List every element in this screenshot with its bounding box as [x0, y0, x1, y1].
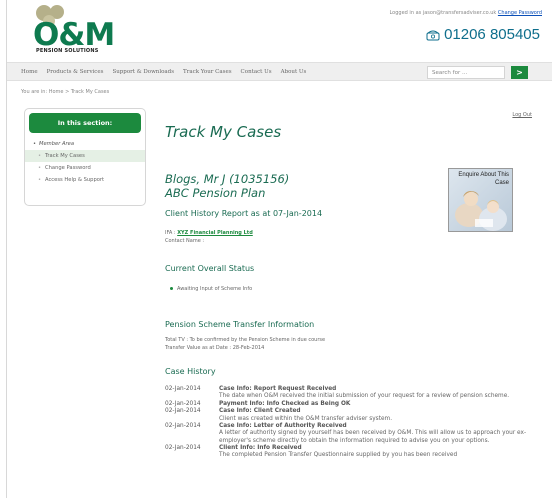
history-date: 02-Jan-2014: [165, 408, 201, 415]
search-input[interactable]: Search for ...: [427, 66, 505, 79]
transfer-value-date: Transfer Value as at Date : 28-Feb-2014: [165, 345, 265, 351]
enquire-about-case-button[interactable]: Enquire About This Case: [448, 168, 513, 232]
main-nav: Home Products & Services Support & Downl…: [7, 62, 552, 81]
nav-track-your-cases[interactable]: Track Your Cases: [183, 69, 232, 75]
ifa-link[interactable]: XYZ Financial Planning Ltd: [177, 230, 253, 236]
nav-contact-us[interactable]: Contact Us: [241, 69, 272, 75]
history-title: Client Info: Info Received: [219, 445, 302, 452]
enquire-label: Enquire About This Case: [458, 172, 509, 186]
phone-block: 01206 805405: [426, 26, 540, 43]
sidebar-title: In this section:: [29, 113, 141, 133]
client-name: Blogs, Mr J (1035156): [165, 172, 290, 186]
ifa-label: IFA :: [165, 230, 176, 236]
nav-products-services[interactable]: Products & Services: [47, 69, 104, 75]
logged-in-info: Logged in as jason@transfersadviser.co.u…: [389, 10, 542, 16]
history-row: 02-Jan-2014 Client Info: Info Received Th…: [165, 445, 545, 459]
transfer-heading: Pension Scheme Transfer Information: [165, 320, 315, 329]
history-row: 02-Jan-2014 Case Info: Client Created Cli…: [165, 408, 545, 422]
section-sidebar: In this section: Member Area Track My Ca…: [24, 108, 146, 206]
case-history-list: 02-Jan-2014 Case Info: Report Request Re…: [165, 386, 545, 460]
page-title: Track My Cases: [165, 123, 282, 141]
history-desc: A letter of authority signed by yourself…: [219, 430, 527, 444]
status-heading: Current Overall Status: [165, 264, 255, 273]
sidebar-item-member-area[interactable]: Member Area: [25, 138, 145, 150]
history-row: 02-Jan-2014 Payment Info: Info Checked a…: [165, 401, 545, 408]
logged-in-text: Logged in as jason@transfersadviser.co.u…: [389, 10, 497, 16]
nav-about-us[interactable]: About Us: [281, 69, 307, 75]
history-title: Payment Info: Info Checked as Being OK: [219, 400, 351, 407]
nav-support-downloads[interactable]: Support & Downloads: [112, 69, 174, 75]
history-row: 02-Jan-2014 Case Info: Report Request Re…: [165, 386, 545, 400]
page-frame: O&M PENSION SOLUTIONS Logged in as jason…: [6, 0, 552, 498]
status-bullet-icon: [170, 287, 173, 290]
sidebar-item-change-password[interactable]: Change Password: [25, 162, 145, 174]
sidebar-item-access-help[interactable]: Access Help & Support: [25, 174, 145, 186]
search-button[interactable]: >: [511, 66, 528, 79]
phone-icon: [426, 30, 440, 40]
logout-link[interactable]: Log Out: [512, 112, 532, 118]
plan-name: ABC Pension Plan: [165, 186, 266, 200]
status-value: Awaiting Input of Scheme Info: [177, 286, 253, 292]
om-logo[interactable]: O&M PENSION SOLUTIONS: [27, 3, 117, 59]
history-desc: The completed Pension Transfer Questionn…: [219, 452, 458, 459]
total-tv: Total TV : To be confirmed by the Pensio…: [165, 337, 326, 343]
ifa-line: IFA : XYZ Financial Planning Ltd: [165, 230, 253, 236]
history-heading: Case History: [165, 367, 216, 376]
history-title: Case Info: Letter of Authority Received: [219, 423, 347, 430]
change-password-link[interactable]: Change Password: [498, 10, 542, 16]
report-heading: Client History Report as at 07-Jan-2014: [165, 209, 323, 218]
nav-home[interactable]: Home: [21, 69, 38, 75]
contact-name: Contact Name :: [165, 238, 205, 244]
sidebar-item-track-my-cases[interactable]: Track My Cases: [25, 150, 145, 162]
logo-tagline: PENSION SOLUTIONS: [36, 48, 99, 54]
history-title: Case Info: Client Created: [219, 408, 301, 415]
history-row: 02-Jan-2014 Case Info: Letter of Authori…: [165, 423, 545, 445]
breadcrumb: You are in: Home > Track My Cases: [21, 89, 110, 95]
history-date: 02-Jan-2014: [165, 445, 201, 452]
phone-number: 01206 805405: [444, 26, 540, 43]
status-item: Awaiting Input of Scheme Info: [170, 286, 252, 292]
history-date: 02-Jan-2014: [165, 386, 201, 392]
history-title: Case Info: Report Request Received: [219, 386, 337, 392]
history-desc: Client was created within the O&M transf…: [219, 415, 393, 422]
history-desc: The date when O&M received the initial s…: [219, 393, 510, 400]
history-date: 02-Jan-2014: [165, 400, 201, 407]
history-date: 02-Jan-2014: [165, 423, 201, 430]
